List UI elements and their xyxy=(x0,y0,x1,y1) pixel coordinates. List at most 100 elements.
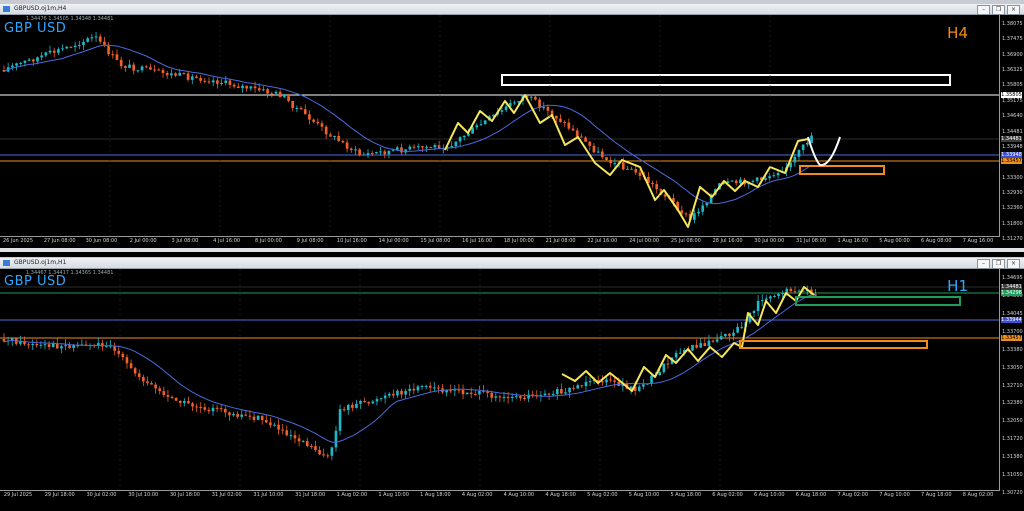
chart-window-h4[interactable]: GBPUSD.oj1m,H4 – ❐ × 1.34476 1.34505 1.3… xyxy=(0,4,1024,257)
time-tick-label: 29 Jul 2025 xyxy=(3,492,33,498)
price-axis-h4[interactable]: 1.38075 1.37475 1.36900 1.36325 1.35805 1.351… xyxy=(999,15,1024,246)
candle-body xyxy=(662,363,666,373)
candle-body xyxy=(412,146,416,148)
price-axis-h1[interactable]: 1.346951.343001.340451.337001.333801.330… xyxy=(999,269,1024,500)
candle-body xyxy=(605,379,608,383)
candle-body xyxy=(278,91,282,98)
price-tick-label: 1.32380 xyxy=(1002,400,1023,407)
candle-body xyxy=(305,441,309,446)
candle-body xyxy=(728,333,731,336)
candle-body xyxy=(43,344,47,346)
price-tick-label: 1.30720 xyxy=(1002,490,1023,496)
candle-body xyxy=(769,296,772,299)
price-tag: 1.34296 xyxy=(1001,290,1022,296)
restore-button[interactable]: ❐ xyxy=(992,259,1005,269)
time-tick-label: 30 Jul 18:00 xyxy=(169,492,200,498)
candle-body xyxy=(797,290,801,292)
candle-body xyxy=(249,86,253,89)
price-tick-label: 1.34640 xyxy=(1002,113,1023,120)
time-axis-h1[interactable]: 29 Jul 2025 29 Jul 18:00 30 Jul 02:00 30 Ju… xyxy=(0,490,1000,501)
candle-body xyxy=(366,153,370,155)
price-plot-h1[interactable]: 1.34467 1.34417 1.34365 1.34481 GBP USD … xyxy=(0,269,1000,500)
price-tag: 1.35805 xyxy=(1001,92,1022,98)
scrollbar-h4[interactable] xyxy=(0,248,1024,252)
window-titlebar-h1[interactable]: GBPUSD.oj1m,H1 – ❐ × xyxy=(0,258,1024,269)
candle-body xyxy=(287,96,290,101)
candle-body xyxy=(739,179,742,184)
price-tick-label: 1.33050 xyxy=(1002,364,1023,371)
minimize-button[interactable]: – xyxy=(977,5,990,15)
time-tick-label: 7 Aug 16:00 xyxy=(962,238,994,244)
close-button[interactable]: × xyxy=(1007,259,1020,269)
candle-body xyxy=(293,435,297,439)
candle-body xyxy=(266,89,269,94)
window-titlebar-h4[interactable]: GBPUSD.oj1m,H4 – ❐ × xyxy=(0,4,1024,15)
candlestick-chart-h4[interactable] xyxy=(0,15,1000,246)
time-axis-h4[interactable]: 26 Jun 2025 27 Jun 08:00 30 Jun 08:00 2 Jul… xyxy=(0,236,1000,247)
candle-body xyxy=(355,403,358,408)
price-plot-h4[interactable]: 1.34476 1.34505 1.34348 1.34481 GBP USD … xyxy=(0,15,1000,246)
price-tick-label: 1.32930 xyxy=(1002,189,1023,196)
candle-body xyxy=(699,343,703,348)
candle-body xyxy=(297,438,301,442)
candle-body xyxy=(400,147,403,153)
candle-body xyxy=(303,109,307,115)
candle-body xyxy=(592,145,596,153)
time-tick-label: 31 Jul 10:00 xyxy=(253,492,284,498)
candle-body xyxy=(295,107,299,109)
candle-body xyxy=(94,36,98,38)
candle-body xyxy=(90,37,94,39)
candle-body xyxy=(11,65,14,68)
price-tick-label: 1.34695 xyxy=(1002,275,1023,281)
candle-body xyxy=(264,419,268,423)
candle-body xyxy=(588,381,592,383)
price-tick-label: 1.33948 xyxy=(1002,143,1023,150)
candle-body xyxy=(519,396,522,399)
candle-body xyxy=(68,345,71,348)
candle-body xyxy=(133,368,137,374)
candle-body xyxy=(207,81,211,83)
price-tick-label: 1.37475 xyxy=(1002,36,1023,43)
candle-body xyxy=(793,291,797,293)
restore-button[interactable]: ❐ xyxy=(992,5,1005,15)
minimize-button[interactable]: – xyxy=(977,259,990,269)
candle-body xyxy=(346,404,350,411)
window-title-h1: GBPUSD.oj1m,H1 xyxy=(14,259,67,266)
price-tick-label: 1.35805 xyxy=(1002,82,1023,89)
candle-body xyxy=(86,38,90,42)
candle-body xyxy=(514,396,518,398)
candle-body xyxy=(107,44,110,55)
candle-body xyxy=(150,383,153,385)
chart-window-h1[interactable]: GBPUSD.oj1m,H1 – ❐ × 1.34467 1.34417 1.3… xyxy=(0,258,1024,511)
time-tick-label: 2 Jul 00:00 xyxy=(129,238,157,244)
candle-body xyxy=(797,150,801,157)
candle-body xyxy=(320,123,324,127)
candle-body xyxy=(736,326,739,333)
candle-body xyxy=(27,344,30,346)
candle-body xyxy=(119,59,123,67)
candle-body xyxy=(314,446,317,451)
zone-box-0 xyxy=(795,296,961,306)
candle-body xyxy=(285,430,289,436)
candle-body xyxy=(215,407,219,409)
time-tick-label: 8 Aug 02:00 xyxy=(962,492,994,498)
candle-body xyxy=(408,146,412,150)
candle-body xyxy=(450,146,454,148)
chart-icon xyxy=(3,6,10,12)
candle-body xyxy=(764,298,768,301)
time-tick-label: 30 Jun 08:00 xyxy=(85,238,118,244)
candle-body xyxy=(40,55,43,58)
candle-body xyxy=(334,430,338,448)
candle-body xyxy=(128,64,131,68)
candle-body xyxy=(277,424,280,430)
time-tick-label: 1 Aug 02:00 xyxy=(336,492,368,498)
time-tick-label: 1 Aug 16:00 xyxy=(837,238,869,244)
candlestick-chart-h1[interactable] xyxy=(0,269,1000,500)
candle-body xyxy=(166,395,170,397)
candle-body xyxy=(165,72,169,76)
close-button[interactable]: × xyxy=(1007,5,1020,15)
time-tick-label: 31 Jul 08:00 xyxy=(796,238,827,244)
price-tick-label: 1.32360 xyxy=(1002,205,1023,212)
candle-body xyxy=(282,96,286,98)
price-tick-label: 1.36900 xyxy=(1002,51,1023,58)
